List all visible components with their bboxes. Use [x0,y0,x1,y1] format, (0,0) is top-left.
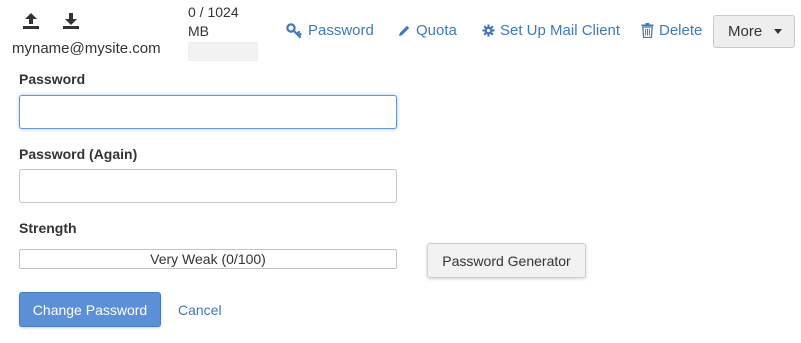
cancel-link[interactable]: Cancel [178,302,222,318]
key-icon [286,22,303,39]
password-action[interactable]: Password [286,22,374,39]
disk-usage-unit: MB [188,23,209,39]
disk-usage-bar [188,42,258,61]
strength-label: Strength [19,220,77,236]
setup-mail-client-action[interactable]: Set Up Mail Client [482,22,620,39]
password-action-label: Password [308,22,374,39]
password-label: Password [19,71,86,87]
change-password-label: Change Password [32,301,148,318]
quota-action[interactable]: Quota [397,22,457,39]
strength-meter-text: Very Weak (0/100) [150,251,266,267]
strength-meter: Very Weak (0/100) [19,249,397,269]
password-again-label: Password (Again) [19,146,138,162]
trash-icon [641,23,654,38]
quota-action-label: Quota [416,22,457,39]
more-button-label: More [728,23,763,40]
password-generator-button[interactable]: Password Generator [427,243,586,278]
password-again-input[interactable] [19,169,397,203]
setup-mail-client-label: Set Up Mail Client [500,22,621,39]
upload-icon[interactable] [20,10,42,32]
change-password-button[interactable]: Change Password [19,292,161,327]
password-input[interactable] [19,95,397,129]
disk-usage-text: 0 / 1024 MB [188,3,239,41]
delete-action[interactable]: Delete [641,22,702,39]
account-email: myname@mysite.com [12,40,161,57]
caret-down-icon [774,29,782,34]
gear-icon [482,24,495,37]
more-dropdown-button[interactable]: More [713,15,795,48]
password-generator-label: Password Generator [442,252,571,269]
download-icon[interactable] [60,10,82,32]
disk-usage-value: 0 / 1024 [188,4,239,20]
pencil-icon [397,24,411,38]
delete-action-label: Delete [659,22,703,39]
